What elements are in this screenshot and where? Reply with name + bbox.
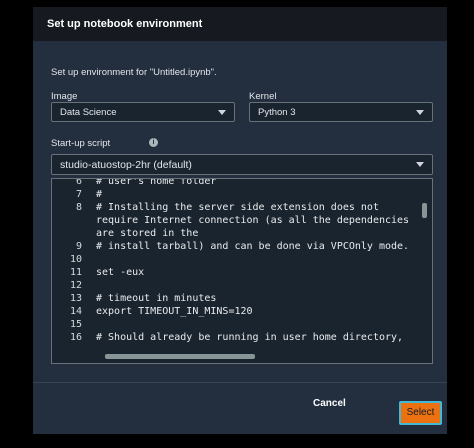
code-line: 9 # install tarball) and can be done via … <box>52 240 412 253</box>
line-text <box>82 253 96 266</box>
code-line: 7 # <box>52 188 412 201</box>
startup-script-code-editor[interactable]: 6 # user's home folder 7 #8 # Installing the… <box>51 178 433 364</box>
setup-notebook-dialog: Set up notebook environment Set up envir… <box>33 7 447 434</box>
footer-divider <box>33 382 447 383</box>
code-line: 14 export TIMEOUT_IN_MINS=120 <box>52 305 412 318</box>
select-button[interactable]: Select <box>399 401 442 425</box>
code-line: 8 # Installing the server side extension … <box>52 201 412 214</box>
image-label: Image <box>51 91 78 102</box>
line-number: 8 <box>75 202 82 213</box>
code-line: are stored in the <box>52 227 412 240</box>
startup-script-select[interactable]: studio-atuostop-2hr (default) <box>51 154 433 175</box>
code-line: 11 set -eux <box>52 266 412 279</box>
line-number: 14 <box>69 306 82 317</box>
info-icon[interactable]: i <box>149 138 158 147</box>
line-text: # Installing the server side extension d… <box>96 202 379 213</box>
line-text: set -eux <box>96 267 145 278</box>
caret-down-icon <box>416 110 424 115</box>
line-number: 15 <box>69 319 82 330</box>
cancel-button[interactable]: Cancel <box>313 398 346 409</box>
caret-down-icon <box>218 110 226 115</box>
startup-script-value: studio-atuostop-2hr (default) <box>60 159 192 171</box>
image-select-value: Data Science <box>60 107 117 118</box>
line-number: 12 <box>69 280 82 291</box>
startup-script-label: Start-up script <box>51 138 111 149</box>
line-text: export TIMEOUT_IN_MINS=120 <box>96 306 253 317</box>
horizontal-scrollbar[interactable] <box>105 354 255 359</box>
caret-down-icon <box>416 162 424 167</box>
vertical-scrollbar[interactable] <box>422 203 427 218</box>
line-number: 16 <box>69 332 82 343</box>
code-line: 10 <box>52 253 412 266</box>
line-number: 11 <box>69 267 82 278</box>
line-text: # user's home folder <box>96 178 217 187</box>
code-line: 13 # timeout in minutes <box>52 292 412 305</box>
line-number: 10 <box>69 254 82 265</box>
code-line: 6 # user's home folder <box>52 178 412 188</box>
line-text: # <box>96 189 103 200</box>
line-text: # Should already be running in user home… <box>96 332 404 343</box>
line-text <box>82 318 96 331</box>
line-text: # install tarball) and can be done via V… <box>96 241 410 252</box>
dialog-title: Set up notebook environment <box>33 7 447 41</box>
code-line: 16 # Should already be running in user ho… <box>52 331 412 344</box>
line-number <box>52 227 82 240</box>
line-text: require Internet connection (as all the … <box>96 215 410 226</box>
line-text <box>82 279 96 292</box>
code-line: 12 <box>52 279 412 292</box>
line-number: 6 <box>75 178 82 187</box>
line-number: 7 <box>75 189 82 200</box>
dialog-subtitle: Set up environment for "Untitled.ipynb". <box>51 67 217 78</box>
code-line: require Internet connection (as all the … <box>52 214 412 227</box>
line-text: # timeout in minutes <box>96 293 217 304</box>
line-number: 13 <box>69 293 82 304</box>
image-select[interactable]: Data Science <box>51 102 235 122</box>
line-number <box>52 214 82 227</box>
code-lines: 6 # user's home folder 7 #8 # Installing the… <box>52 178 412 344</box>
code-line: 15 <box>52 318 412 331</box>
kernel-select[interactable]: Python 3 <box>249 102 433 122</box>
line-text: are stored in the <box>96 228 199 239</box>
kernel-label: Kernel <box>249 91 277 102</box>
kernel-select-value: Python 3 <box>258 107 296 118</box>
line-number: 9 <box>75 241 82 252</box>
